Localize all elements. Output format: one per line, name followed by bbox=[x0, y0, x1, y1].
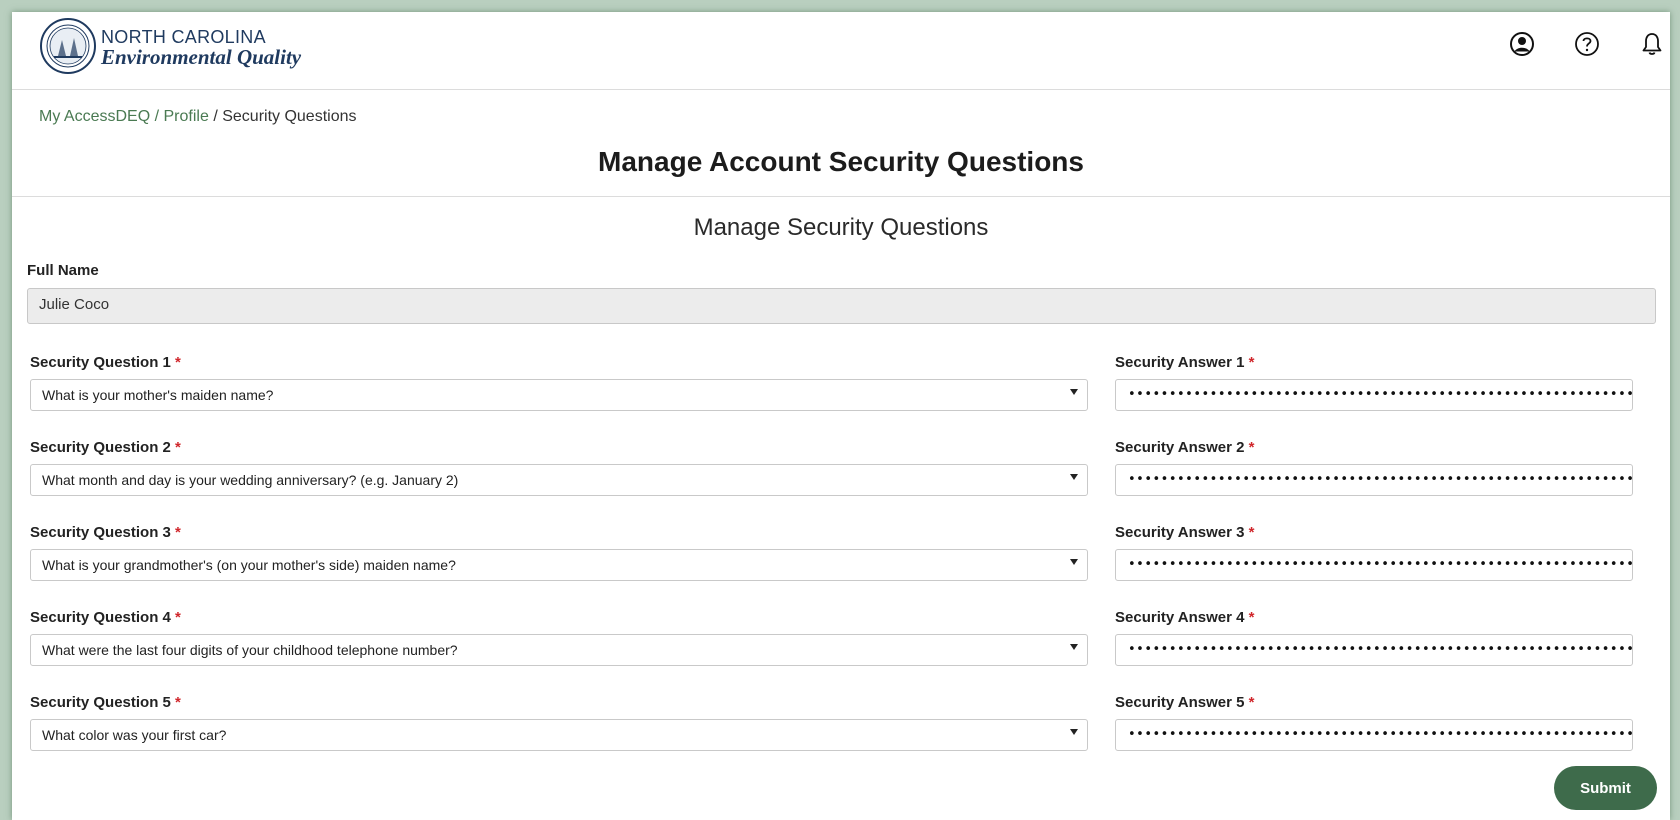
security-question-value: What were the last four digits of your c… bbox=[42, 642, 458, 658]
security-question-label: Security Question 4 * bbox=[30, 609, 181, 626]
nc-seal-logo-icon bbox=[40, 18, 96, 74]
security-answer-label: Security Answer 5 * bbox=[1115, 694, 1255, 711]
breadcrumb-separator: / bbox=[213, 108, 218, 125]
required-marker: * bbox=[1248, 609, 1255, 626]
security-question-label-text: Security Question 3 bbox=[30, 524, 171, 541]
breadcrumb-current: Security Questions bbox=[222, 108, 357, 125]
required-marker: * bbox=[1248, 524, 1255, 541]
dropdown-caret-icon bbox=[1070, 389, 1078, 395]
security-question-label-text: Security Question 4 bbox=[30, 609, 171, 626]
security-question-label-text: Security Question 1 bbox=[30, 354, 171, 371]
brand-department-name: Environmental Quality bbox=[101, 45, 302, 69]
required-marker: * bbox=[175, 439, 181, 456]
security-question-label: Security Question 5 * bbox=[30, 694, 181, 711]
top-header: NORTH CAROLINA Environmental Quality bbox=[12, 12, 1670, 90]
security-answer-label: Security Answer 2 * bbox=[1115, 439, 1255, 456]
security-question-label: Security Question 3 * bbox=[30, 524, 181, 541]
dropdown-caret-icon bbox=[1070, 474, 1078, 480]
security-question-select[interactable]: What were the last four digits of your c… bbox=[30, 634, 1088, 666]
breadcrumb-link-profile[interactable]: Profile bbox=[164, 108, 209, 125]
divider bbox=[12, 196, 1670, 197]
required-marker: * bbox=[175, 524, 181, 541]
security-question-label-text: Security Question 5 bbox=[30, 694, 171, 711]
security-answer-input[interactable]: ••••••••••••••••••••••••••••••••••••••••… bbox=[1115, 634, 1633, 666]
security-answer-label-text: Security Answer 3 bbox=[1115, 524, 1245, 541]
dropdown-caret-icon bbox=[1070, 559, 1078, 565]
required-marker: * bbox=[1248, 439, 1255, 456]
security-question-label: Security Question 1 * bbox=[30, 354, 181, 371]
security-answer-input[interactable]: ••••••••••••••••••••••••••••••••••••••••… bbox=[1115, 549, 1633, 581]
security-question-value: What is your mother's maiden name? bbox=[42, 387, 274, 403]
security-answer-label-text: Security Answer 5 bbox=[1115, 694, 1245, 711]
security-question-label-text: Security Question 2 bbox=[30, 439, 171, 456]
security-question-select[interactable]: What is your grandmother's (on your moth… bbox=[30, 549, 1088, 581]
page-title: Manage Account Security Questions bbox=[598, 146, 1084, 177]
full-name-field: Julie Coco bbox=[27, 288, 1656, 324]
submit-button[interactable]: Submit bbox=[1554, 766, 1657, 810]
security-question-value: What color was your first car? bbox=[42, 727, 227, 743]
security-question-value: What is your grandmother's (on your moth… bbox=[42, 557, 456, 573]
security-answer-input[interactable]: ••••••••••••••••••••••••••••••••••••••••… bbox=[1115, 719, 1633, 751]
bell-icon[interactable] bbox=[1638, 30, 1666, 58]
security-answer-label: Security Answer 1 * bbox=[1115, 354, 1255, 371]
security-answer-label: Security Answer 4 * bbox=[1115, 609, 1255, 626]
security-answer-label-text: Security Answer 1 bbox=[1115, 354, 1245, 371]
dropdown-caret-icon bbox=[1070, 644, 1078, 650]
security-question-value: What month and day is your wedding anniv… bbox=[42, 472, 459, 488]
security-answer-label: Security Answer 3 * bbox=[1115, 524, 1255, 541]
required-marker: * bbox=[175, 354, 181, 371]
help-circle-icon[interactable] bbox=[1573, 30, 1601, 58]
app-window: NORTH CAROLINA Environmental Quality My … bbox=[12, 12, 1670, 820]
security-answer-label-text: Security Answer 2 bbox=[1115, 439, 1245, 456]
required-marker: * bbox=[1248, 354, 1255, 371]
required-marker: * bbox=[175, 609, 181, 626]
required-marker: * bbox=[1248, 694, 1255, 711]
security-answer-input[interactable]: ••••••••••••••••••••••••••••••••••••••••… bbox=[1115, 379, 1633, 411]
security-question-select[interactable]: What month and day is your wedding anniv… bbox=[30, 464, 1088, 496]
section-title: Manage Security Questions bbox=[693, 214, 989, 241]
security-answer-input[interactable]: ••••••••••••••••••••••••••••••••••••••••… bbox=[1115, 464, 1633, 496]
security-question-select[interactable]: What color was your first car? bbox=[30, 719, 1088, 751]
security-question-select[interactable]: What is your mother's maiden name? bbox=[30, 379, 1088, 411]
security-answer-label-text: Security Answer 4 bbox=[1115, 609, 1245, 626]
breadcrumb-separator: / bbox=[154, 108, 160, 125]
breadcrumb-link-home[interactable]: My AccessDEQ bbox=[39, 108, 150, 125]
user-circle-icon[interactable] bbox=[1508, 30, 1536, 58]
required-marker: * bbox=[175, 694, 181, 711]
dropdown-caret-icon bbox=[1070, 729, 1078, 735]
security-question-label: Security Question 2 * bbox=[30, 439, 181, 456]
full-name-label: Full Name bbox=[27, 262, 99, 279]
breadcrumb: My AccessDEQ / Profile / Security Questi… bbox=[39, 108, 357, 126]
